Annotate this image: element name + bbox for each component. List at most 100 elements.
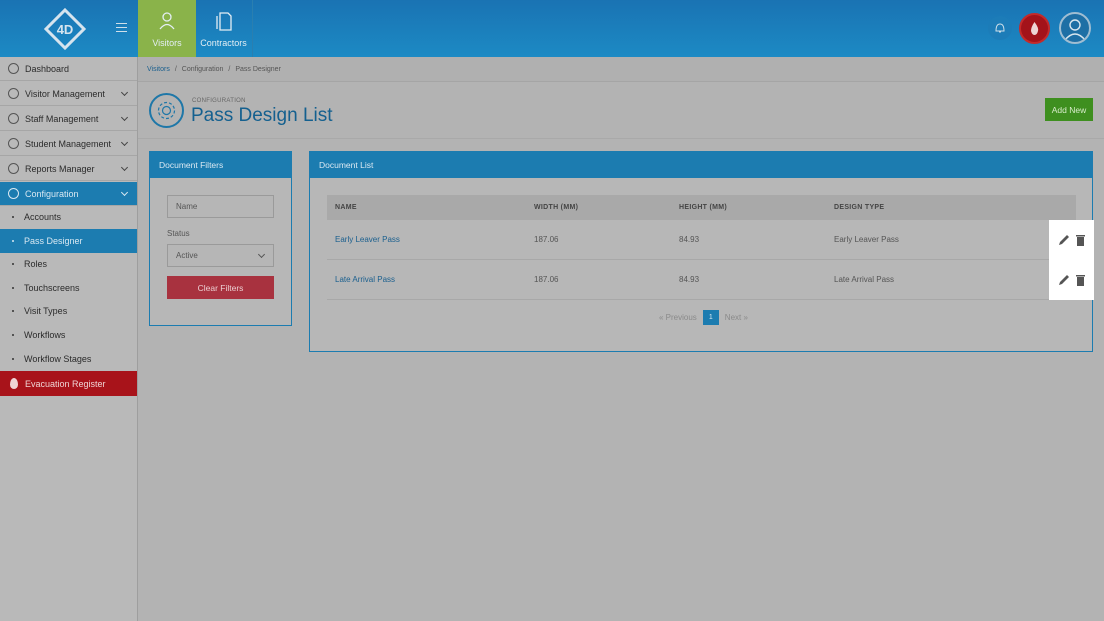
delete-trash-icon[interactable] — [1075, 233, 1086, 247]
sidebar-subitem-accounts[interactable]: Accounts — [0, 205, 137, 229]
document-name-link[interactable]: Late Arrival Pass — [327, 275, 526, 284]
breadcrumb-separator: / — [228, 65, 231, 73]
sidebar-item-label: Student Management — [25, 138, 112, 149]
pagination-page-1[interactable]: 1 — [702, 310, 719, 325]
sidebar-subitem-label: Accounts — [24, 212, 62, 222]
panel-title: Document List — [310, 152, 1092, 178]
breadcrumb: Visitors / Configuration / Pass Designer — [138, 57, 1104, 82]
sidebar-item-visitor-management[interactable]: Visitor Management — [0, 82, 137, 106]
sidebar-subitem-workflows[interactable]: Workflows — [0, 323, 137, 347]
document-list-panel: Document List NAME WIDTH (MM) HEIGHT (MM… — [309, 151, 1094, 352]
bullet-icon — [12, 358, 14, 360]
table-row: Late Arrival Pass 187.06 84.93 Late Arri… — [327, 260, 1094, 300]
notifications-bell-icon[interactable] — [988, 16, 1012, 40]
bullet-icon — [12, 216, 14, 218]
height-cell: 84.93 — [679, 235, 700, 244]
svg-text:4D: 4D — [57, 22, 74, 37]
sidebar-item-student-management[interactable]: Student Management — [0, 132, 137, 156]
document-filters-panel: Document Filters Name Status Active Clea… — [149, 151, 292, 326]
sidebar-subitem-visit-types[interactable]: Visit Types — [0, 299, 137, 323]
height-cell: 84.93 — [679, 275, 700, 284]
column-header[interactable]: WIDTH (MM) — [526, 204, 671, 211]
user-avatar-icon[interactable] — [1059, 12, 1091, 44]
name-filter-input[interactable]: Name — [167, 195, 274, 218]
staff-icon — [8, 113, 19, 124]
dashboard-icon — [8, 63, 19, 74]
chevron-down-icon — [257, 250, 266, 259]
student-icon — [8, 138, 19, 149]
column-header[interactable]: NAME — [327, 204, 526, 211]
menu-toggle-icon[interactable] — [116, 23, 127, 35]
row-actions — [1049, 220, 1094, 260]
chevron-down-icon — [120, 188, 129, 197]
sidebar-item-label: Staff Management — [25, 113, 99, 124]
sidebar-item-label: Reports Manager — [25, 163, 95, 174]
edit-pencil-icon[interactable] — [1057, 273, 1071, 287]
person-icon — [159, 12, 175, 30]
sidebar-subitem-label: Visit Types — [24, 306, 68, 316]
reports-icon — [8, 163, 19, 174]
sidebar: Dashboard Visitor Management Staff Manag… — [0, 57, 138, 621]
pagination-next[interactable]: Next » — [725, 313, 748, 322]
name-filter-placeholder: Name — [176, 202, 198, 211]
document-table: NAME WIDTH (MM) HEIGHT (MM) DESIGN TYPE … — [327, 195, 1094, 300]
sidebar-item-staff-management[interactable]: Staff Management — [0, 107, 137, 131]
sidebar-item-evacuation-register[interactable]: Evacuation Register — [0, 371, 137, 396]
pagination-previous[interactable]: « Previous — [659, 313, 697, 322]
sidebar-subitem-roles[interactable]: Roles — [0, 252, 137, 276]
sidebar-subitem-label: Touchscreens — [24, 283, 80, 293]
top-navbar: 4D Visitors Contractors — [0, 0, 1104, 57]
gear-icon — [149, 93, 184, 128]
sidebar-item-label: Configuration — [25, 188, 79, 199]
sidebar-subitem-label: Pass Designer — [24, 236, 83, 246]
width-cell: 187.06 — [534, 275, 559, 284]
bullet-icon — [12, 287, 14, 289]
design-type-cell: Late Arrival Pass — [834, 275, 895, 284]
page-kicker: CONFIGURATION — [192, 98, 246, 104]
sidebar-subitem-label: Workflow Stages — [24, 354, 92, 364]
document-name-link[interactable]: Early Leaver Pass — [327, 235, 526, 244]
fire-icon — [10, 378, 18, 389]
status-label: Status — [167, 229, 190, 238]
chevron-down-icon — [120, 113, 129, 122]
sidebar-item-label: Dashboard — [25, 63, 70, 74]
table-header: NAME WIDTH (MM) HEIGHT (MM) DESIGN TYPE — [327, 195, 1076, 220]
sidebar-subitem-touchscreens[interactable]: Touchscreens — [0, 276, 137, 300]
tab-visitors[interactable]: Visitors — [138, 0, 196, 57]
page-header: CONFIGURATION Pass Design List Add New — [138, 82, 1104, 139]
sidebar-subitem-label: Roles — [24, 259, 48, 269]
breadcrumb-visitors[interactable]: Visitors — [147, 66, 170, 73]
evacuation-fire-icon[interactable] — [1019, 13, 1050, 44]
sidebar-subitem-workflow-stages[interactable]: Workflow Stages — [0, 347, 137, 371]
logo-4d[interactable]: 4D — [44, 8, 86, 50]
sidebar-item-reports-manager[interactable]: Reports Manager — [0, 157, 137, 181]
document-icon — [215, 12, 232, 31]
tab-visitors-label: Visitors — [152, 38, 182, 48]
design-type-cell: Early Leaver Pass — [834, 235, 899, 244]
chevron-down-icon — [120, 88, 129, 97]
chevron-down-icon — [120, 163, 129, 172]
edit-pencil-icon[interactable] — [1057, 233, 1071, 247]
sidebar-item-label: Visitor Management — [25, 88, 105, 99]
bullet-icon — [12, 240, 14, 242]
column-header[interactable]: HEIGHT (MM) — [671, 204, 826, 211]
breadcrumb-separator: / — [174, 65, 177, 73]
breadcrumb-configuration: Configuration — [181, 65, 224, 73]
sidebar-item-label: Evacuation Register — [25, 378, 106, 389]
column-header[interactable]: DESIGN TYPE — [826, 204, 1016, 211]
panel-title: Document Filters — [150, 152, 291, 178]
sidebar-item-configuration[interactable]: Configuration — [0, 182, 137, 206]
pagination: « Previous 1 Next » — [659, 310, 748, 325]
add-new-button[interactable]: Add New — [1045, 98, 1093, 121]
breadcrumb-current: Pass Designer — [235, 65, 281, 73]
sidebar-subitem-pass-designer[interactable]: Pass Designer — [0, 229, 137, 253]
tab-contractors-label: Contractors — [200, 38, 247, 48]
page-title: Pass Design List — [191, 105, 333, 126]
row-actions — [1049, 260, 1094, 300]
delete-trash-icon[interactable] — [1075, 273, 1086, 287]
clear-filters-button[interactable]: Clear Filters — [167, 276, 274, 299]
table-row: Early Leaver Pass 187.06 84.93 Early Lea… — [327, 220, 1094, 260]
tab-contractors[interactable]: Contractors — [195, 0, 253, 57]
status-select[interactable]: Active — [167, 244, 274, 267]
sidebar-item-dashboard[interactable]: Dashboard — [0, 57, 137, 81]
